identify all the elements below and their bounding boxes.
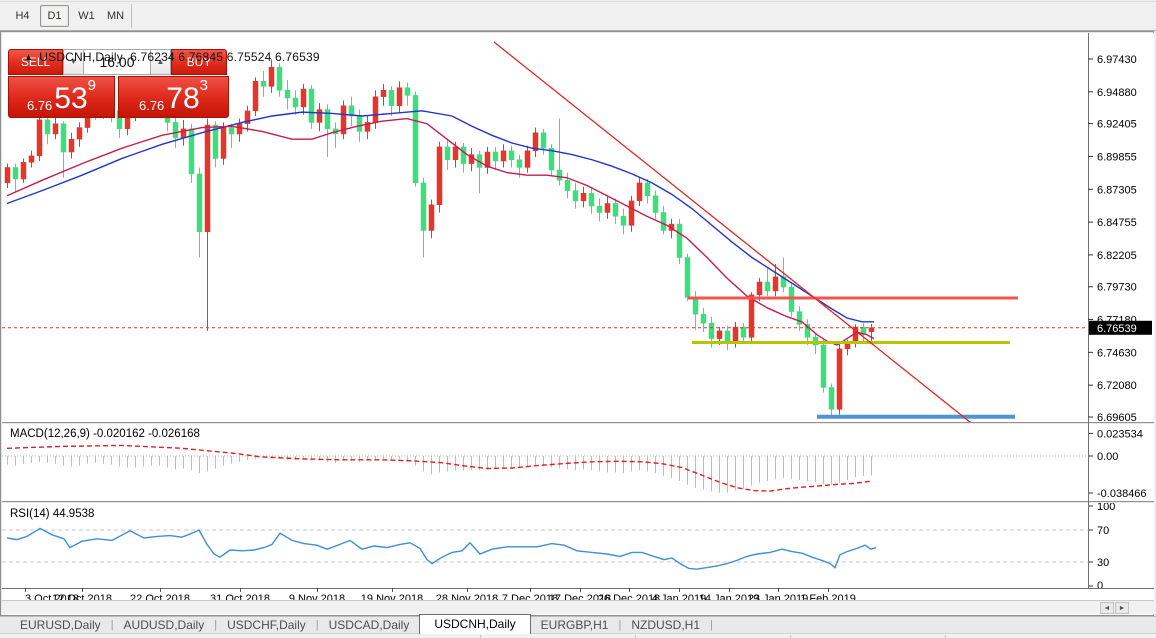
rsi-pane: 10070300RSI(14) 44.9538 xyxy=(2,501,1115,592)
status-strip xyxy=(0,633,1156,638)
sell-price-big: 53 xyxy=(54,85,87,113)
svg-text:6.97430: 6.97430 xyxy=(1097,54,1137,66)
svg-text:6.72080: 6.72080 xyxy=(1097,380,1137,392)
tab-usdchf-daily[interactable]: USDCHF,Daily xyxy=(217,617,316,633)
scroll-left-button[interactable]: ◄ xyxy=(1100,602,1114,614)
tab-usdcnh-daily-active[interactable]: USDCNH,Daily xyxy=(419,614,530,634)
svg-text:MACD(12,26,9) -0.020162 -0.026: MACD(12,26,9) -0.020162 -0.026168 xyxy=(10,428,200,440)
symbol-tab-bar: EURUSD,Daily | AUDUSD,Daily | USDCHF,Dai… xyxy=(0,616,1156,633)
chart-title-symbol: USDCNH,Daily xyxy=(39,50,123,64)
svg-text:6.82205: 6.82205 xyxy=(1097,250,1137,262)
timeframe-d1-button[interactable]: D1 xyxy=(40,5,69,27)
sell-price-prefix: 6.76 xyxy=(27,98,52,113)
svg-text:6.92405: 6.92405 xyxy=(1097,119,1137,131)
macd-pane: 0.023534 0.00 -0.038466 MACD(12,26,9) -0.02… xyxy=(2,428,1147,500)
svg-text:6.79730: 6.79730 xyxy=(1097,282,1137,294)
timeframe-h4-button[interactable]: H4 xyxy=(8,5,37,27)
timeframe-toolbar: H4 D1 W1 MN xyxy=(0,0,1156,31)
tab-eurgbp-h1[interactable]: EURGBP,H1 xyxy=(531,617,619,633)
scroll-right-button[interactable]: ► xyxy=(1115,602,1129,614)
price-chart-canvas[interactable]: 0.023534 0.00 -0.038466 MACD(12,26,9) -0.02… xyxy=(2,33,1154,602)
svg-text:0.023534: 0.023534 xyxy=(1097,428,1143,440)
buy-price-big: 78 xyxy=(166,85,199,113)
svg-text:70: 70 xyxy=(1097,525,1109,537)
buy-price-button[interactable]: 6.76 78 3 xyxy=(118,76,229,118)
svg-text:6.94880: 6.94880 xyxy=(1097,87,1137,99)
svg-text:6.74630: 6.74630 xyxy=(1097,347,1137,359)
buy-price-prefix: 6.76 xyxy=(139,98,164,113)
svg-text:6.69605: 6.69605 xyxy=(1097,412,1137,424)
tab-usdcad-daily[interactable]: USDCAD,Daily xyxy=(319,617,420,633)
toolbar-separator xyxy=(131,4,132,28)
svg-text:RSI(14) 44.9538: RSI(14) 44.9538 xyxy=(10,508,94,520)
timeframe-mn-button[interactable]: MN xyxy=(101,5,130,27)
chart-title: ▲ USDCNH,Daily 6.76234 6.76845 6.75524 6.… xyxy=(10,36,320,78)
svg-text:0.00: 0.00 xyxy=(1097,451,1118,463)
chart-horizontal-scrollbar[interactable]: ◄ ► xyxy=(2,600,1154,614)
tab-separator: | xyxy=(710,619,713,631)
tab-eurusd-daily[interactable]: EURUSD,Daily xyxy=(10,617,111,633)
svg-text:6.84755: 6.84755 xyxy=(1097,217,1137,229)
tab-nzdusd-h1[interactable]: NZDUSD,H1 xyxy=(621,617,710,633)
chart-title-ohlc: 6.76234 6.76845 6.75524 6.76539 xyxy=(130,50,320,64)
timeframe-w1-button[interactable]: W1 xyxy=(72,5,101,27)
svg-text:0: 0 xyxy=(1097,580,1103,592)
sell-price-button[interactable]: 6.76 53 9 xyxy=(8,76,115,118)
chart-collapse-icon[interactable]: ▲ xyxy=(24,52,33,62)
svg-text:6.76539: 6.76539 xyxy=(1097,323,1137,335)
chart-window: ▲ USDCNH,Daily 6.76234 6.76845 6.75524 6.… xyxy=(0,31,1154,616)
svg-text:-0.038466: -0.038466 xyxy=(1097,488,1147,500)
tab-audusd-daily[interactable]: AUDUSD,Daily xyxy=(114,617,215,633)
svg-text:6.89855: 6.89855 xyxy=(1097,151,1137,163)
toolbar-top-edge xyxy=(0,0,1156,2)
svg-text:6.87305: 6.87305 xyxy=(1097,184,1137,196)
svg-text:30: 30 xyxy=(1097,557,1109,569)
